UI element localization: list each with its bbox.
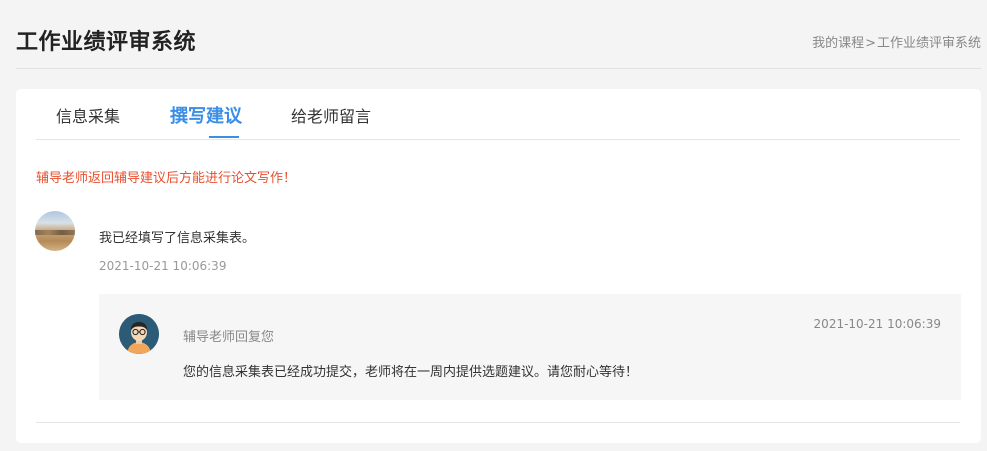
content-divider — [36, 422, 960, 423]
teacher-avatar-icon — [119, 314, 159, 354]
tab-info-collection[interactable]: 信息采集 — [56, 103, 120, 127]
breadcrumb-item-current: 工作业绩评审系统 — [876, 36, 981, 51]
teacher-avatar — [119, 314, 159, 354]
teacher-reply-box: 辅导老师回复您 2021-10-21 10:06:39 您的信息采集表已经成功提… — [99, 294, 961, 400]
page-header: 工作业绩评审系统 我的课程>工作业绩评审系统 — [0, 0, 987, 70]
reply-timestamp: 2021-10-21 10:06:39 — [813, 317, 941, 331]
notice-text: 辅导老师返回辅导建议后方能进行论文写作！ — [36, 171, 297, 186]
message-text: 我已经填写了信息采集表。 — [99, 231, 256, 246]
active-tab-indicator — [209, 136, 239, 138]
breadcrumb-separator: > — [865, 36, 876, 51]
tab-write-suggestion[interactable]: 撰写建议 — [170, 102, 242, 128]
header-divider — [16, 68, 981, 69]
content-card: 信息采集 撰写建议 给老师留言 辅导老师返回辅导建议后方能进行论文写作！ 我已经… — [16, 89, 981, 443]
tab-message-teacher[interactable]: 给老师留言 — [291, 103, 371, 127]
breadcrumb: 我的课程>工作业绩评审系统 — [812, 32, 981, 51]
tab-bar: 信息采集 撰写建议 给老师留言 — [36, 89, 960, 140]
reply-author: 辅导老师回复您 — [183, 330, 275, 345]
avatar-landscape-ridge — [35, 230, 75, 235]
message-timestamp: 2021-10-21 10:06:39 — [99, 259, 227, 273]
page-title: 工作业绩评审系统 — [16, 30, 197, 55]
reply-text: 您的信息采集表已经成功提交，老师将在一周内提供选题建议。请您耐心等待！ — [183, 365, 639, 380]
breadcrumb-item-my-courses[interactable]: 我的课程 — [812, 36, 864, 51]
user-avatar — [35, 211, 75, 251]
